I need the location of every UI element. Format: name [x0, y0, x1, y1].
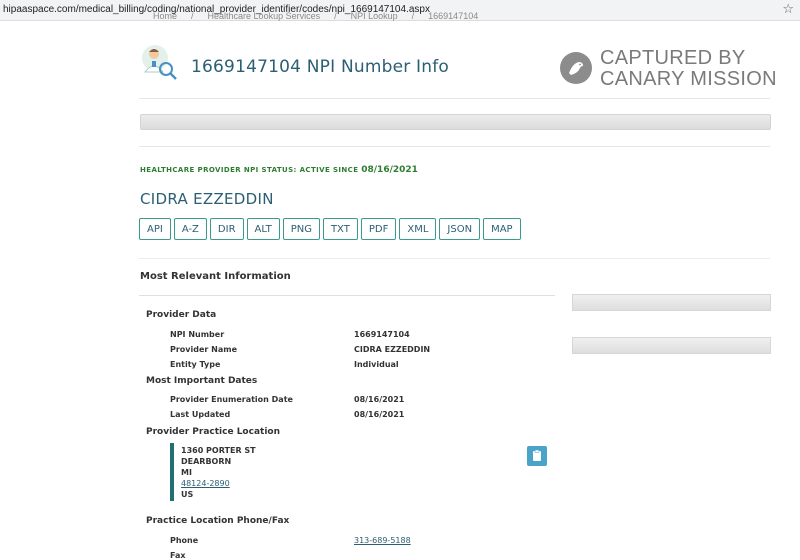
breadcrumb: Home / Healthcare Lookup Services / NPI Look… [153, 11, 479, 21]
copy-address-button[interactable] [527, 446, 547, 466]
address-state: MI [181, 468, 192, 477]
address-country: US [181, 490, 194, 499]
alt-button[interactable]: ALT [246, 218, 280, 240]
entity-type-label: Entity Type [170, 360, 221, 369]
dir-button[interactable]: DIR [209, 218, 244, 240]
breadcrumb-current: 1669147104 [428, 11, 479, 21]
npi-status: HEALTHCARE PROVIDER NPI STATUS: ACTIVE S… [140, 165, 418, 175]
address-street: 1360 PORTER ST [181, 446, 256, 455]
page-title: 1669147104 NPI Number Info [191, 57, 450, 77]
phone-link[interactable]: 313-689-5188 [354, 536, 411, 545]
enumeration-date-label: Provider Enumeration Date [170, 395, 293, 404]
phone-label: Phone [170, 536, 199, 545]
address-zip-link[interactable]: 48124-2890 [181, 479, 230, 488]
divider [139, 295, 555, 296]
provider-name-value: CIDRA EZZEDDIN [354, 345, 431, 354]
last-updated-label: Last Updated [170, 410, 231, 419]
a-z-button[interactable]: A-Z [173, 218, 207, 240]
api-button[interactable]: API [139, 218, 171, 240]
enumeration-date-value: 08/16/2021 [354, 395, 405, 404]
png-button[interactable]: PNG [282, 218, 320, 240]
npi-number-label: NPI Number [170, 330, 225, 339]
map-button[interactable]: MAP [483, 218, 521, 240]
divider [139, 98, 770, 99]
entity-type-value: Individual [354, 360, 399, 369]
sidebar-ad-bar [572, 337, 771, 354]
provider-name-heading: CIDRA EZZEDDIN [140, 190, 274, 208]
dates-heading: Most Important Dates [146, 376, 258, 386]
phone-fax-heading: Practice Location Phone/Fax [146, 516, 290, 526]
breadcrumb-home[interactable]: Home [153, 11, 177, 21]
watermark-line2: CANARY MISSION [600, 68, 777, 90]
status-date: 08/16/2021 [361, 165, 418, 175]
watermark-text: CAPTURED BY CANARY MISSION [600, 48, 777, 90]
txt-button[interactable]: TXT [322, 218, 358, 240]
doctor-magnifier-icon [142, 45, 177, 80]
format-button-row: API A-Z DIR ALT PNG TXT PDF XML JSON MAP [139, 218, 521, 240]
canary-bird-icon [560, 52, 592, 84]
status-state: ACTIVE SINCE [299, 166, 359, 174]
npi-number-value: 1669147104 [354, 330, 410, 339]
ad-placeholder-bar [140, 114, 771, 130]
section-title: Most Relevant Information [140, 271, 291, 282]
status-label: HEALTHCARE PROVIDER NPI STATUS: [140, 166, 297, 174]
xml-button[interactable]: XML [399, 218, 437, 240]
sidebar-ad-bar [572, 294, 771, 311]
clipboard-icon [533, 449, 541, 461]
address-city: DEARBORN [181, 457, 232, 466]
provider-data-heading: Provider Data [146, 310, 217, 320]
json-button[interactable]: JSON [439, 218, 481, 240]
bookmark-star-icon[interactable]: ☆ [782, 2, 794, 17]
divider [139, 146, 770, 147]
practice-location-heading: Provider Practice Location [146, 427, 280, 437]
last-updated-value: 08/16/2021 [354, 410, 405, 419]
breadcrumb-npi-lookup[interactable]: NPI Lookup [351, 11, 398, 21]
provider-name-label: Provider Name [170, 345, 237, 354]
watermark-line1: CAPTURED BY [600, 47, 746, 69]
breadcrumb-services[interactable]: Healthcare Lookup Services [208, 11, 321, 21]
divider [139, 258, 770, 259]
address-accent-bar [170, 443, 174, 501]
pdf-button[interactable]: PDF [360, 218, 397, 240]
